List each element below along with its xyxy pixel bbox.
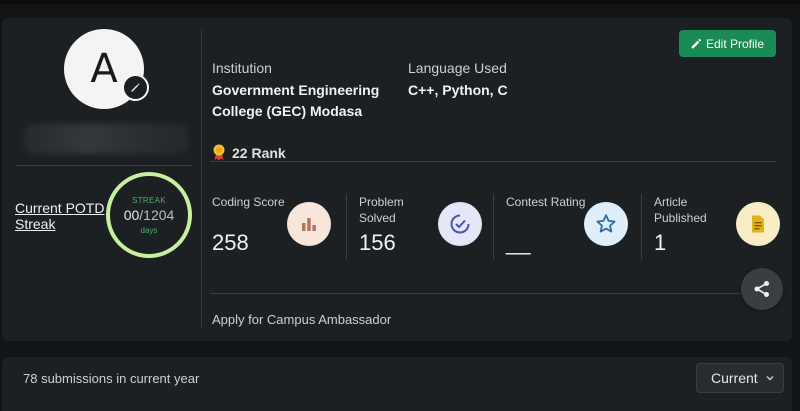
stat-problem-solved: Problem Solved 156 (359, 192, 499, 276)
stat-value: 1 (654, 230, 667, 255)
top-bar (0, 0, 800, 4)
rank-badge: 22 Rank (212, 144, 286, 161)
edit-profile-button[interactable]: Edit Profile (679, 30, 776, 57)
username-blurred (24, 124, 189, 154)
edit-profile-label: Edit Profile (705, 36, 765, 51)
campus-ambassador-link[interactable]: Apply for Campus Ambassador (212, 312, 391, 327)
year-select-value: Current (711, 370, 758, 386)
stat-label: Coding Score (212, 195, 285, 209)
bar-chart-icon (287, 202, 331, 246)
stat-value: 156 (359, 230, 396, 255)
medal-icon (213, 144, 225, 161)
year-select[interactable]: Current (696, 363, 784, 393)
stat-divider (493, 194, 494, 260)
check-circle-icon (438, 202, 482, 246)
potd-streak-link[interactable]: Current POTD Streak (15, 200, 110, 232)
stat-value: __ (506, 230, 531, 255)
rank-text: 22 Rank (232, 144, 286, 161)
streak-unit: days (140, 225, 158, 235)
submissions-count: 78 submissions in current year (23, 371, 200, 386)
stat-contest-rating: Contest Rating __ (506, 192, 646, 276)
submissions-card: 78 submissions in current year Current (2, 357, 792, 411)
avatar-initial: A (90, 46, 118, 92)
star-icon (584, 202, 628, 246)
divider (210, 293, 776, 294)
stat-coding-score: Coding Score 258 (212, 192, 352, 276)
divider (16, 165, 192, 166)
pencil-icon (131, 83, 140, 92)
streak-current: 00 (123, 206, 140, 223)
stat-label: Contest Rating (506, 195, 586, 209)
stat-divider (641, 194, 642, 260)
vertical-divider (201, 30, 202, 328)
article-icon (736, 202, 780, 246)
language-label: Language Used (408, 60, 507, 76)
stat-label: Article Published (654, 195, 707, 225)
profile-card: A Current POTD Streak STREAK 00/1204 day… (2, 18, 792, 341)
streak-total: /1204 (139, 206, 175, 223)
avatar-edit-button[interactable] (122, 74, 149, 101)
institution-value: Government Engineering College (GEC) Mod… (212, 82, 380, 119)
streak-ring: STREAK 00/1204 days (106, 172, 192, 258)
pencil-icon (691, 38, 702, 49)
stat-label: Problem Solved (359, 195, 404, 225)
stat-divider (346, 194, 347, 260)
chevron-down-icon (766, 376, 774, 381)
streak-value: 00/1204 (124, 207, 175, 223)
streak-title: STREAK (132, 195, 166, 205)
language-value: C++, Python, C (408, 82, 508, 98)
profile-left-panel: A Current POTD Streak STREAK 00/1204 day… (2, 18, 202, 341)
stat-article-published: Article Published 1 (654, 192, 794, 276)
stat-value: 258 (212, 230, 249, 255)
institution-label: Institution (212, 60, 272, 76)
share-button[interactable] (741, 268, 783, 310)
divider (210, 161, 776, 162)
share-icon (754, 281, 769, 297)
